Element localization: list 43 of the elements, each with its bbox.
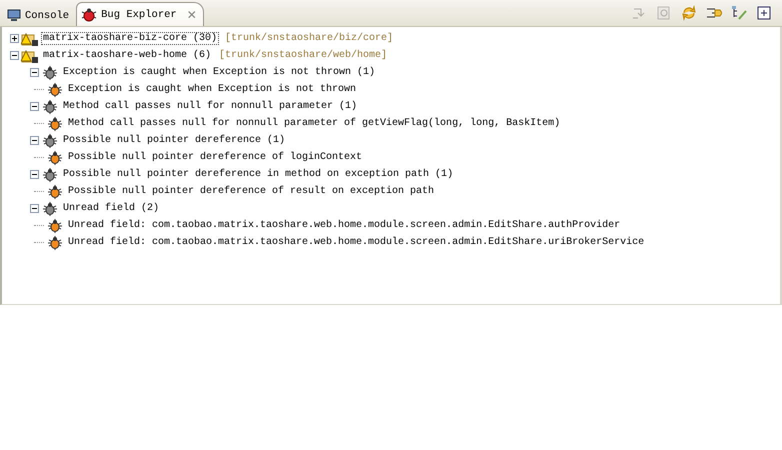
bug-category-icon <box>42 98 58 114</box>
collapse-toggle[interactable] <box>30 170 39 179</box>
project-label[interactable]: matrix-taoshare-web-home (6) <box>41 49 214 62</box>
bug-icon <box>47 184 63 200</box>
project-label[interactable]: matrix-taoshare-biz-core (30) <box>41 32 220 45</box>
bug-icon <box>81 6 98 22</box>
project-warning-icon <box>21 48 39 64</box>
category-label[interactable]: Possible null pointer dereference in method on exception path (1) <box>61 168 456 181</box>
bug-icon <box>47 150 63 166</box>
view-tab[interactable]: Bug Explorer ✕ <box>76 2 204 26</box>
bug-label[interactable]: Possible null pointer dereference of loginContext <box>66 151 364 164</box>
bug-label[interactable]: Unread field: com.taobao.matrix.taoshare.web.home.module.screen.admin.EditShare.uriBrokerService <box>66 236 646 249</box>
toolbar-button[interactable] <box>756 5 772 21</box>
expand-toggle[interactable] <box>10 34 19 43</box>
bug-label[interactable]: Possible null pointer dereference of result on exception path <box>66 185 436 198</box>
bug-category-icon <box>42 200 58 216</box>
project-path: [trunk/snstaoshare/biz/core] <box>225 33 394 44</box>
category-label[interactable]: Possible null pointer dereference (1) <box>61 134 288 147</box>
collapse-toggle[interactable] <box>30 204 39 213</box>
collapse-toggle[interactable] <box>30 102 39 111</box>
category-label[interactable]: Method call passes null for nonnull parameter (1) <box>61 100 360 113</box>
bug-icon <box>47 82 63 98</box>
refresh-icon <box>681 5 697 21</box>
monitor-icon <box>7 9 21 22</box>
bug-category-icon <box>42 64 58 80</box>
bug-icon <box>47 218 63 234</box>
collapse-toggle[interactable] <box>10 51 19 60</box>
collapse-toggle[interactable] <box>30 136 39 145</box>
find-icon <box>656 5 672 21</box>
view-tab[interactable]: Console <box>2 4 76 26</box>
category-label[interactable]: Exception is caught when Exception is not thrown (1) <box>61 66 378 79</box>
project-path: [trunk/snstaoshare/web/home] <box>219 50 388 61</box>
bug-label[interactable]: Method call passes null for nonnull parameter of getViewFlag(long, long, BaskItem) <box>66 117 562 130</box>
bug-label[interactable]: Exception is caught when Exception is not thrown <box>66 83 358 96</box>
project-warning-icon <box>21 30 39 46</box>
collapse-toggle[interactable] <box>30 68 39 77</box>
bug-category-icon <box>42 166 58 182</box>
bug-icon <box>47 116 63 132</box>
bug-category-icon <box>42 132 58 148</box>
category-label[interactable]: Unread field (2) <box>61 202 162 215</box>
bug-label[interactable]: Unread field: com.taobao.matrix.taoshare.web.home.module.screen.admin.EditShare.authProvider <box>66 219 622 232</box>
expand-all-icon <box>756 5 772 21</box>
bug-icon <box>47 234 63 250</box>
